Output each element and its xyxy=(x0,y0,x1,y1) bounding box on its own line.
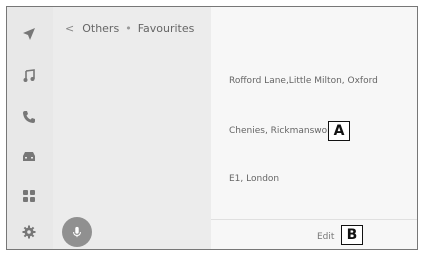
breadcrumb-separator: • xyxy=(125,22,132,35)
music-icon[interactable] xyxy=(20,67,38,85)
apps-icon[interactable] xyxy=(20,187,38,205)
callout-a: A xyxy=(328,121,350,141)
list-item[interactable]: Chenies, Rickmansworth xyxy=(229,126,340,136)
microphone-icon xyxy=(73,226,81,238)
breadcrumb: < Others • Favourites xyxy=(65,22,194,35)
side-rail xyxy=(7,7,53,249)
favourites-list: Rofford Lane,Little Milton, Oxford Cheni… xyxy=(211,7,417,249)
list-item[interactable]: E1, London xyxy=(229,174,279,184)
navigation-icon[interactable] xyxy=(20,25,38,43)
breadcrumb-parent[interactable]: Others xyxy=(82,22,119,35)
edit-button[interactable]: Edit xyxy=(317,232,334,242)
microphone-button[interactable] xyxy=(62,217,92,247)
left-panel: < Others • Favourites xyxy=(53,7,211,249)
screen: < Others • Favourites Rofford Lane,Little M… xyxy=(6,6,418,250)
back-icon[interactable]: < xyxy=(65,22,74,35)
divider xyxy=(211,219,417,220)
phone-icon[interactable] xyxy=(20,108,38,126)
list-item[interactable]: Rofford Lane,Little Milton, Oxford xyxy=(229,76,378,86)
car-icon[interactable] xyxy=(20,147,38,165)
breadcrumb-current: Favourites xyxy=(137,22,195,35)
callout-b: B xyxy=(341,225,363,245)
settings-icon[interactable] xyxy=(20,223,38,241)
